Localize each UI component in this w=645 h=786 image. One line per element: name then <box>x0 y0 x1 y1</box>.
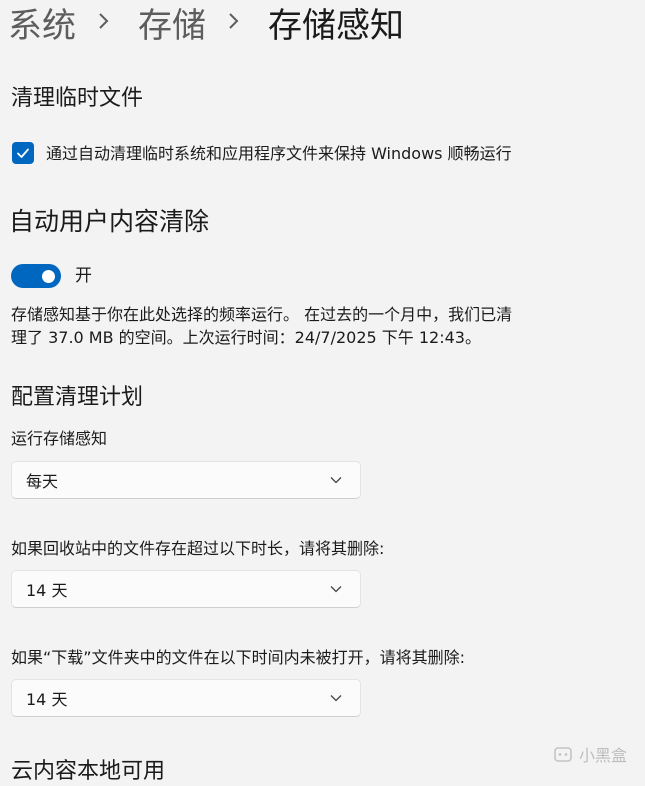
downloads-label: 如果“下载”文件夹中的文件在以下时间内未被打开，请将其删除: <box>11 648 465 667</box>
section-title-cloud: 云内容本地可用 <box>11 759 166 784</box>
checkmark-icon <box>17 148 29 158</box>
recycle-bin-dropdown[interactable]: 14 天 <box>11 570 361 608</box>
auto-cleanup-toggle[interactable] <box>11 264 61 288</box>
downloads-value: 14 天 <box>26 690 68 709</box>
section-title-cleanup-temp: 清理临时文件 <box>11 86 144 111</box>
chevron-down-icon <box>330 694 342 702</box>
description-line-1: 存储感知基于你在此处选择的频率运行。 在过去的一个月中，我们已清 <box>11 305 513 324</box>
auto-cleanup-description: 存储感知基于你在此处选择的频率运行。 在过去的一个月中，我们已清 理了 37.0… <box>11 303 571 349</box>
toggle-state-label: 开 <box>75 266 92 286</box>
breadcrumb-item-system[interactable]: 系统 <box>8 2 76 50</box>
breadcrumb: 系统 存储 存储感知 <box>8 2 404 50</box>
page-title: 存储感知 <box>268 6 404 46</box>
recycle-bin-value: 14 天 <box>26 581 68 600</box>
watermark-text: 小黑盒 <box>578 746 627 765</box>
run-storage-sense-label: 运行存储感知 <box>11 429 108 448</box>
run-frequency-value: 每天 <box>26 472 59 491</box>
section-title-auto-cleanup: 自动用户内容清除 <box>9 207 210 236</box>
breadcrumb-item-storage[interactable]: 存储 <box>138 2 206 50</box>
chevron-right-icon <box>98 0 110 48</box>
chevron-down-icon <box>330 585 342 593</box>
recycle-bin-label: 如果回收站中的文件存在超过以下时长，请将其删除: <box>11 539 385 558</box>
watermark-logo-icon <box>554 747 572 762</box>
cleanup-temp-checkbox-label[interactable]: 通过自动清理临时系统和应用程序文件来保持 Windows 顺畅运行 <box>46 143 512 165</box>
description-line-2: 理了 37.0 MB 的空间。上次运行时间：24/7/2025 下午 12:43… <box>11 328 481 347</box>
downloads-dropdown[interactable]: 14 天 <box>11 679 361 717</box>
cleanup-temp-checkbox[interactable] <box>12 142 34 164</box>
chevron-right-icon <box>228 0 240 48</box>
section-title-schedule: 配置清理计划 <box>11 385 144 410</box>
chevron-down-icon <box>330 476 342 484</box>
toggle-knob <box>42 270 55 283</box>
run-frequency-dropdown[interactable]: 每天 <box>11 461 361 499</box>
watermark: 小黑盒 <box>553 742 627 766</box>
